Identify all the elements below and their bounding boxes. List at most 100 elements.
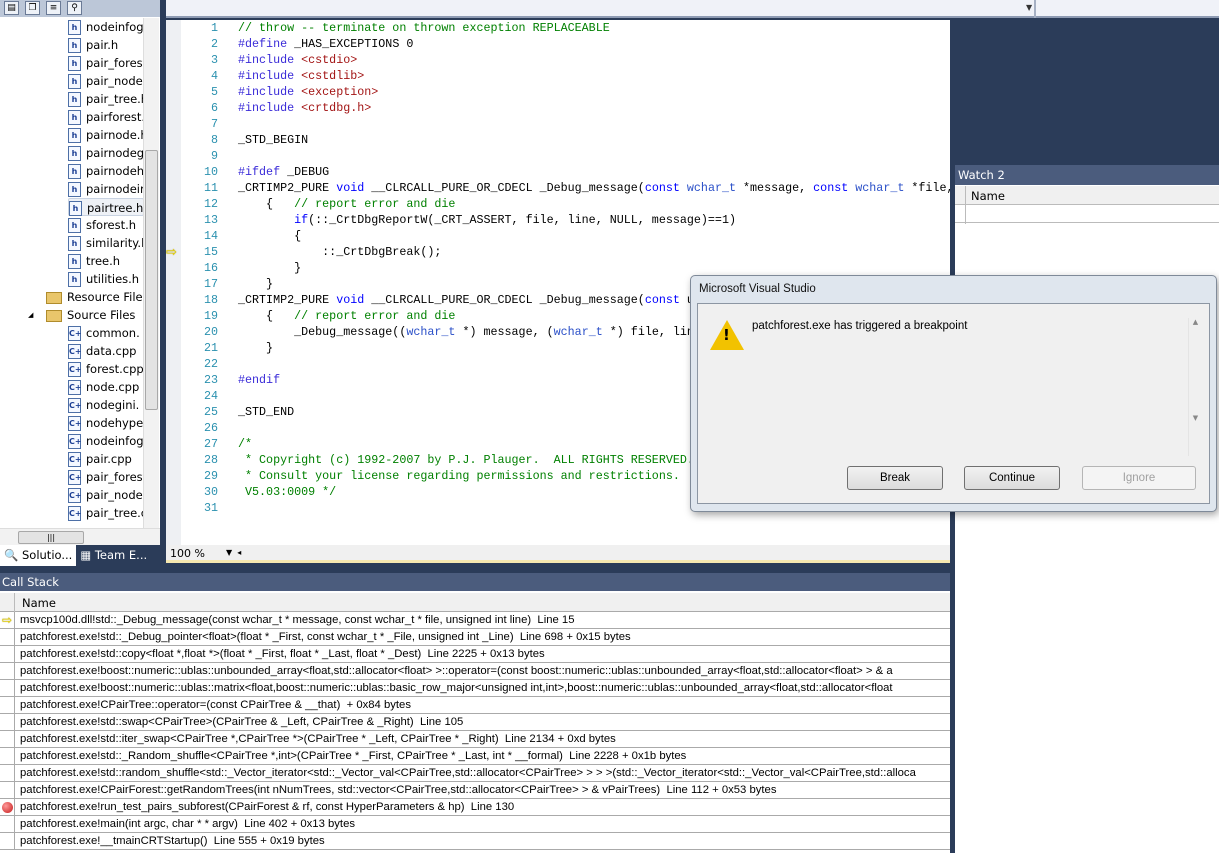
code-token: * Copyright (c) 1992-2007 by P.J. Plauge… xyxy=(238,453,694,467)
call-stack-row[interactable]: patchforest.exe!main(int argc, char * * … xyxy=(0,816,950,833)
expand-icon[interactable]: ◢ xyxy=(28,306,33,324)
tree-item[interactable]: C+ nodehype xyxy=(68,414,143,432)
tree-item[interactable]: h sforest.h xyxy=(68,216,136,234)
call-stack-row[interactable]: patchforest.exe!std::copy<float *,float … xyxy=(0,646,950,663)
tree-item[interactable]: C+ nodegini. xyxy=(68,396,139,414)
zoom-dropdown-chevron-icon[interactable]: ▼ ◂ xyxy=(226,548,241,557)
call-stack-row[interactable]: patchforest.exe!boost::numeric::ublas::u… xyxy=(0,663,950,680)
line-number: 8 xyxy=(210,133,218,147)
tree-item[interactable]: h tree.h xyxy=(68,252,120,270)
line-number: 15 xyxy=(203,245,218,259)
frame-name: patchforest.exe!std::swap<CPairTree>(CPa… xyxy=(20,716,464,728)
editor-navigation-bar xyxy=(166,0,1219,18)
explorer-tabs: 🔍 Solutio... ▦ Team E... xyxy=(0,545,160,567)
line-number: 31 xyxy=(203,501,218,515)
code-line: } xyxy=(238,276,273,292)
row-gutter xyxy=(0,680,15,697)
watch-title: Watch 2 xyxy=(955,165,1219,185)
tree-item[interactable]: C+ pair_tree.c xyxy=(68,504,147,522)
tree-item[interactable]: h pairforest. xyxy=(68,108,145,126)
code-token: <crtdbg.h> xyxy=(301,101,372,115)
tree-item[interactable]: Resource Files xyxy=(46,288,149,306)
view-code-icon[interactable]: ≡ xyxy=(46,1,61,15)
tree-item[interactable]: C+ data.cpp xyxy=(68,342,136,360)
tree-item[interactable]: C+ pair.cpp xyxy=(68,450,132,468)
tree-item[interactable]: C+ node.cpp xyxy=(68,378,139,396)
vertical-scrollbar[interactable] xyxy=(143,18,159,528)
solution-explorer-toolbar: ▤ ❐ ≡ ⚲ xyxy=(0,0,160,17)
tab-team-explorer[interactable]: ▦ Team E... xyxy=(76,545,151,566)
call-stack-row[interactable]: patchforest.exe!CPairTree::operator=(con… xyxy=(0,697,950,714)
tab-solution-explorer[interactable]: 🔍 Solutio... xyxy=(0,545,77,566)
code-token: *message, xyxy=(736,181,814,195)
frame-name: patchforest.exe!__tmainCRTStartup() Line… xyxy=(20,835,325,847)
scrollbar-thumb[interactable] xyxy=(145,150,158,410)
tree-item[interactable]: h utilities.h xyxy=(68,270,139,288)
code-token: <cstdlib> xyxy=(301,69,365,83)
member-dropdown-chevron-icon[interactable]: ▼ xyxy=(1026,3,1032,12)
scrollbar-thumb[interactable]: ||| xyxy=(18,531,84,544)
call-stack-row[interactable]: patchforest.exe!std::swap<CPairTree>(CPa… xyxy=(0,714,950,731)
ignore-button[interactable]: Ignore xyxy=(1082,466,1196,490)
tree-item[interactable]: h pairnodeh xyxy=(68,162,144,180)
header-file-icon: h xyxy=(68,254,81,269)
horizontal-scrollbar[interactable]: ||| xyxy=(0,528,160,545)
code-token: } xyxy=(238,261,302,275)
properties-icon[interactable]: ▤ xyxy=(4,1,19,15)
call-stack-row[interactable]: patchforest.exe!std::random_shuffle<std:… xyxy=(0,765,950,782)
line-number: 20 xyxy=(203,325,218,339)
break-button[interactable]: Break xyxy=(847,466,943,490)
tree-item[interactable]: ◢ Source Files xyxy=(28,306,135,324)
class-view-icon[interactable]: ⚲ xyxy=(67,1,82,15)
column-header-name[interactable]: Name xyxy=(971,189,1005,203)
tree-item-label: forest.cpp xyxy=(86,362,144,376)
call-stack-row[interactable]: patchforest.exe!CPairForest::getRandomTr… xyxy=(0,782,950,799)
line-number: 16 xyxy=(203,261,218,275)
current-statement-arrow-icon: ⇨ xyxy=(166,245,177,260)
header-file-icon: h xyxy=(68,272,81,287)
tree-item[interactable]: C+ pair_forest xyxy=(68,468,147,486)
line-number: 14 xyxy=(203,229,218,243)
code-token: (::_CrtDbgReportW(_CRT_ASSERT, file, lin… xyxy=(308,213,736,227)
line-number: 3 xyxy=(210,53,218,67)
tree-item[interactable]: h pair_tree.h xyxy=(68,90,148,108)
tree-item[interactable]: C+ common. xyxy=(68,324,140,342)
call-stack-row[interactable]: ⇨ msvcp100d.dll!std::_Debug_message(const… xyxy=(0,612,950,629)
frame-name: patchforest.exe!boost::numeric::ublas::m… xyxy=(20,682,893,694)
message-scrollbar[interactable]: ▲ ▼ xyxy=(1188,318,1202,456)
tree-item[interactable]: h pairtree.h xyxy=(68,198,145,216)
code-line: #ifdef _DEBUG xyxy=(238,164,329,180)
line-number: 28 xyxy=(203,453,218,467)
tree-item[interactable]: h pair.h xyxy=(68,36,118,54)
tree-item[interactable]: h pairnode.h xyxy=(68,126,148,144)
code-token: { xyxy=(238,309,295,323)
show-all-files-icon[interactable]: ❐ xyxy=(25,1,40,15)
folder-icon xyxy=(46,291,62,304)
tree-item[interactable]: C+ pair_node xyxy=(68,486,143,504)
tree-item-label: pairnode.h xyxy=(86,128,148,142)
line-number: 12 xyxy=(203,197,218,211)
continue-button[interactable]: Continue xyxy=(964,466,1060,490)
indicator-margin[interactable] xyxy=(166,20,181,545)
call-stack-row[interactable]: patchforest.exe!std::_Random_shuffle<CPa… xyxy=(0,748,950,765)
code-line: { xyxy=(238,228,301,244)
call-stack-row[interactable]: patchforest.exe!run_test_pairs_subforest… xyxy=(0,799,950,816)
tree-item[interactable]: h pairnodeir xyxy=(68,180,145,198)
tree-item[interactable]: h nodeinfog xyxy=(68,18,144,36)
zoom-level[interactable]: 100 % xyxy=(170,547,205,560)
code-line: { // report error and die xyxy=(238,196,455,212)
tree-item[interactable]: h pair_node xyxy=(68,72,143,90)
solution-explorer-icon: 🔍 xyxy=(4,548,19,562)
call-stack-row[interactable]: patchforest.exe!std::_Debug_pointer<floa… xyxy=(0,629,950,646)
tree-item[interactable]: h similarity.l xyxy=(68,234,144,252)
code-token: #define xyxy=(238,37,288,51)
tree-item[interactable]: C+ forest.cpp xyxy=(68,360,144,378)
column-header-name[interactable]: Name xyxy=(22,596,56,610)
call-stack-row[interactable]: patchforest.exe!std::iter_swap<CPairTree… xyxy=(0,731,950,748)
tree-item[interactable]: h pair_forest xyxy=(68,54,147,72)
tree-item[interactable]: h pairnodeg xyxy=(68,144,144,162)
call-stack-row[interactable]: patchforest.exe!__tmainCRTStartup() Line… xyxy=(0,833,950,850)
watch-empty-row[interactable] xyxy=(955,205,1219,224)
tree-item[interactable]: C+ nodeinfog xyxy=(68,432,144,450)
call-stack-row[interactable]: patchforest.exe!boost::numeric::ublas::m… xyxy=(0,680,950,697)
